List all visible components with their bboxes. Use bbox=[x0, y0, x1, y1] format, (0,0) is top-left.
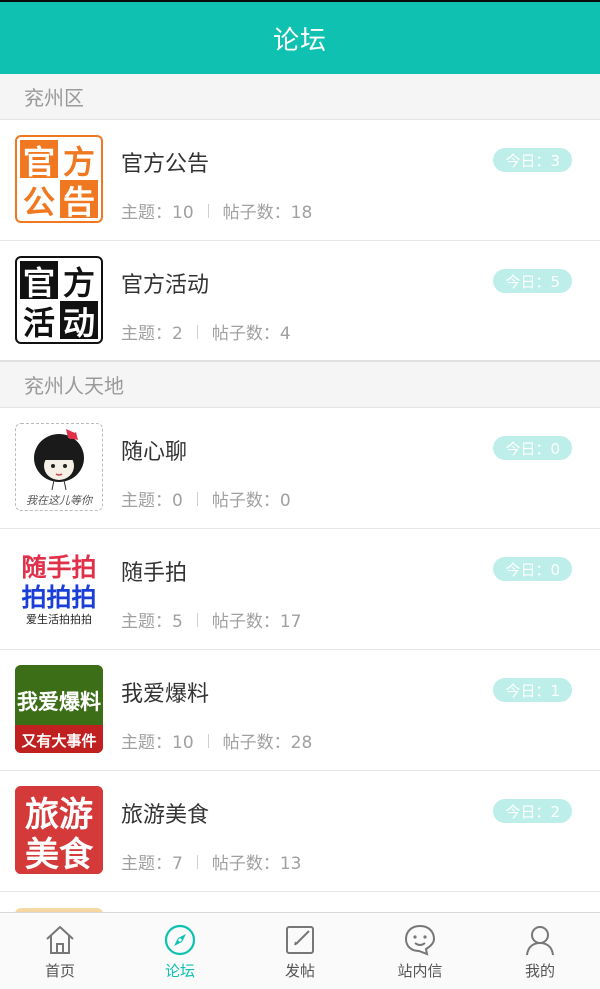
post-count: 帖子数：17 bbox=[211, 612, 302, 632]
svg-text:动: 动 bbox=[63, 304, 95, 342]
forum-item-travel-food[interactable]: 旅游 美食 旅游美食 主题：7 帖子数：13 今日：2 bbox=[0, 771, 600, 892]
tab-label: 发帖 bbox=[284, 962, 315, 980]
svg-text:告: 告 bbox=[63, 183, 95, 221]
compass-icon bbox=[164, 924, 196, 956]
forum-item-official-notice[interactable]: 官 方 公 告 官方公告 主题：10 帖子数：18 今日：3 bbox=[0, 120, 600, 241]
svg-text:公: 公 bbox=[23, 183, 55, 221]
home-icon bbox=[46, 926, 74, 954]
section-header-yanzhou-district: 兖州区 bbox=[0, 74, 600, 120]
forum-icon-breaking-news: 我爱爆料 又有大事件 bbox=[15, 665, 103, 753]
svg-text:拍拍拍: 拍拍拍 bbox=[21, 583, 96, 612]
tab-label: 站内信 bbox=[397, 962, 443, 980]
tab-profile[interactable]: 我的 bbox=[480, 913, 600, 989]
tab-label: 我的 bbox=[524, 962, 555, 980]
today-count-badge: 今日：3 bbox=[493, 148, 572, 172]
forum-icon-official-events: 官 方 活 动 bbox=[15, 256, 103, 344]
forum-meta: 主题：10 帖子数：28 bbox=[121, 728, 312, 753]
svg-text:我在这儿等你: 我在这儿等你 bbox=[26, 494, 94, 507]
forum-item-official-events[interactable]: 官 方 活 动 官方活动 主题：2 帖子数：4 今日：5 bbox=[0, 241, 600, 362]
app-header: 论坛 bbox=[0, 0, 600, 74]
topic-count: 主题：10 bbox=[121, 733, 194, 753]
svg-text:方: 方 bbox=[63, 264, 95, 302]
chat-icon bbox=[404, 924, 436, 956]
meta-divider bbox=[196, 491, 198, 506]
topic-count: 主题：5 bbox=[121, 612, 183, 632]
forum-name: 随手拍 bbox=[121, 561, 188, 586]
svg-text:官: 官 bbox=[23, 143, 55, 181]
svg-text:我爱爆料: 我爱爆料 bbox=[17, 690, 101, 714]
tab-post[interactable]: 发帖 bbox=[240, 913, 360, 989]
forum-item-breaking-news[interactable]: 我爱爆料 又有大事件 我爱爆料 主题：10 帖子数：28 今日：1 bbox=[0, 650, 600, 771]
page-title: 论坛 bbox=[272, 25, 327, 56]
meta-divider bbox=[196, 854, 198, 869]
forum-meta: 主题：7 帖子数：13 bbox=[121, 849, 301, 874]
svg-text:美食: 美食 bbox=[25, 835, 94, 874]
tab-label: 首页 bbox=[44, 962, 75, 980]
tab-messages[interactable]: 站内信 bbox=[360, 913, 480, 989]
user-icon bbox=[526, 926, 554, 956]
today-count-badge: 今日：5 bbox=[493, 269, 572, 293]
forum-item-snapshots[interactable]: 随手拍 拍拍拍 爱生活拍拍拍 随手拍 主题：5 帖子数：17 今日：0 bbox=[0, 529, 600, 650]
svg-text:随手拍: 随手拍 bbox=[21, 553, 96, 582]
forum-name: 旅游美食 bbox=[121, 803, 210, 828]
topic-count: 主题：0 bbox=[121, 491, 183, 511]
forum-item-casual-chat[interactable]: 我在这儿等你 随心聊 主题：0 帖子数：0 今日：0 bbox=[0, 408, 600, 529]
post-count: 帖子数：28 bbox=[222, 733, 313, 753]
today-count-badge: 今日：2 bbox=[493, 799, 572, 823]
meta-divider bbox=[207, 733, 209, 748]
edit-icon bbox=[286, 926, 314, 954]
meta-divider bbox=[207, 203, 209, 218]
svg-text:方: 方 bbox=[63, 143, 95, 181]
tab-home[interactable]: 首页 bbox=[0, 913, 120, 989]
forum-meta: 主题：2 帖子数：4 bbox=[121, 319, 291, 344]
post-count: 帖子数：0 bbox=[211, 491, 291, 511]
forum-item-partial[interactable] bbox=[0, 892, 600, 912]
today-count-badge: 今日：0 bbox=[493, 557, 572, 581]
forum-name: 官方活动 bbox=[121, 273, 210, 298]
forum-name: 官方公告 bbox=[121, 152, 210, 177]
svg-text:又有大事件: 又有大事件 bbox=[21, 732, 96, 750]
section-header-yanzhou-people: 兖州人天地 bbox=[0, 362, 600, 408]
forum-icon-casual-chat: 我在这儿等你 bbox=[15, 423, 103, 511]
meta-divider bbox=[196, 612, 198, 627]
today-count-badge: 今日：1 bbox=[493, 678, 572, 702]
forum-meta: 主题：10 帖子数：18 bbox=[121, 198, 312, 223]
post-count: 帖子数：13 bbox=[211, 854, 302, 874]
forum-list: 兖州区 官 方 公 告 官方公告 主题：10 帖子数：18 今日：3 官 方 活… bbox=[0, 74, 600, 912]
topic-count: 主题：7 bbox=[121, 854, 183, 874]
bottom-tab-bar: 首页 论坛 发帖 站内信 我的 bbox=[0, 912, 600, 989]
forum-icon-official-notice: 官 方 公 告 bbox=[15, 135, 103, 223]
today-count-badge: 今日：0 bbox=[493, 436, 572, 460]
topic-count: 主题：2 bbox=[121, 324, 183, 344]
forum-name: 随心聊 bbox=[121, 440, 188, 465]
forum-name: 我爱爆料 bbox=[121, 682, 210, 707]
svg-text:爱生活拍拍拍: 爱生活拍拍拍 bbox=[26, 612, 92, 626]
tab-label: 论坛 bbox=[164, 962, 195, 980]
forum-meta: 主题：5 帖子数：17 bbox=[121, 607, 301, 632]
forum-icon-travel-food: 旅游 美食 bbox=[15, 786, 103, 874]
forum-meta: 主题：0 帖子数：0 bbox=[121, 486, 291, 511]
post-count: 帖子数：18 bbox=[222, 203, 313, 223]
forum-icon-snapshots: 随手拍 拍拍拍 爱生活拍拍拍 bbox=[15, 544, 103, 632]
svg-text:旅游: 旅游 bbox=[25, 795, 93, 835]
tab-forum[interactable]: 论坛 bbox=[120, 913, 240, 989]
svg-text:活: 活 bbox=[23, 304, 55, 342]
post-count: 帖子数：4 bbox=[211, 324, 291, 344]
topic-count: 主题：10 bbox=[121, 203, 194, 223]
svg-text:官: 官 bbox=[23, 264, 55, 302]
meta-divider bbox=[196, 324, 198, 339]
